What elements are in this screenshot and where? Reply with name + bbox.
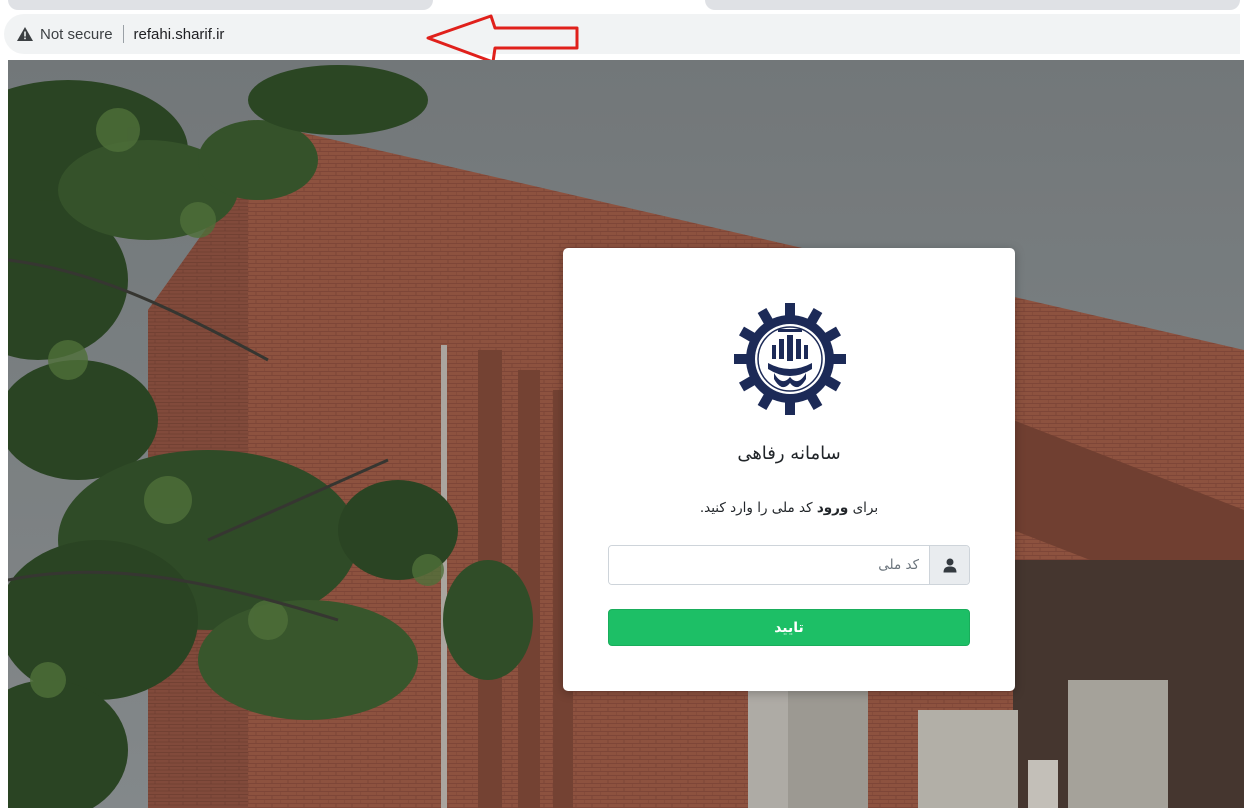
address-bar[interactable]: Not secure refahi.sharif.ir [4,14,1240,54]
instructions-suffix: کد ملی را وارد کنید. [699,500,813,516]
user-icon [929,546,969,584]
national-code-input-group [608,545,970,585]
instructions-bold: ورود [816,500,849,516]
browser-tab-left[interactable] [8,0,433,10]
system-title: سامانه رفاهی [737,443,841,464]
warning-icon[interactable] [16,25,34,43]
login-instructions: برای ورود کد ملی را وارد کنید. [563,500,1015,516]
national-code-input[interactable] [609,546,929,584]
submit-button[interactable]: تایید [608,609,970,646]
security-status[interactable]: Not secure [40,26,113,43]
url-text[interactable]: refahi.sharif.ir [134,26,225,43]
browser-tab-right[interactable] [705,0,1240,10]
login-card: سامانه رفاهی برای ورود کد ملی را وارد کن… [563,248,1015,691]
instructions-prefix: برای [852,500,879,516]
university-logo-icon [734,303,846,415]
address-separator [122,25,124,43]
